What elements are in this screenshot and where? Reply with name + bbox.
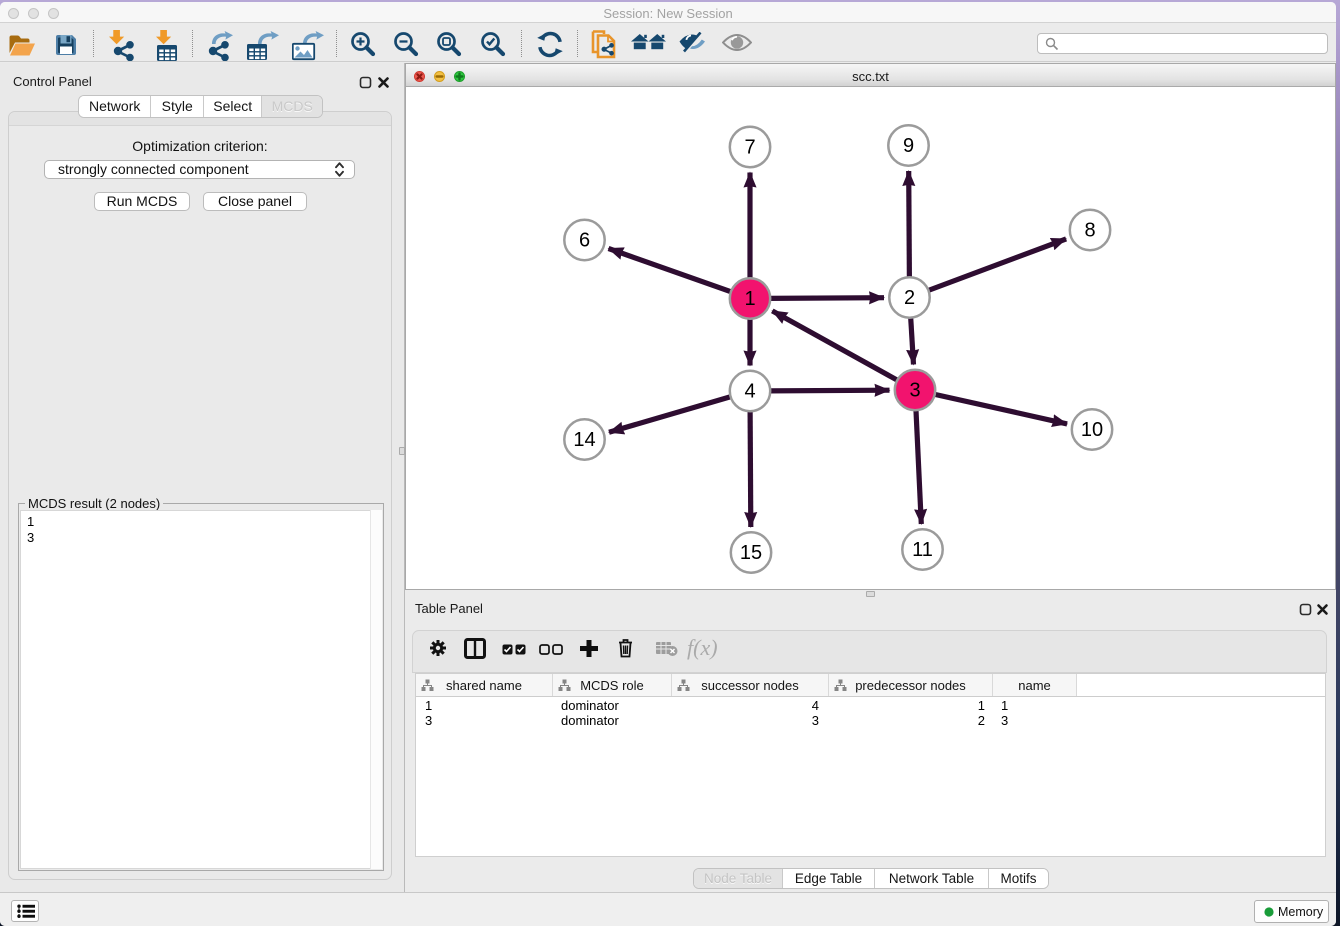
svg-text:11: 11 bbox=[912, 539, 933, 561]
svg-text:10: 10 bbox=[1081, 419, 1103, 441]
svg-text:4: 4 bbox=[744, 381, 755, 403]
svg-text:7: 7 bbox=[744, 137, 755, 159]
svg-text:15: 15 bbox=[740, 542, 762, 564]
svg-text:6: 6 bbox=[579, 230, 590, 252]
svg-text:3: 3 bbox=[909, 380, 920, 402]
svg-text:14: 14 bbox=[573, 429, 595, 451]
svg-text:2: 2 bbox=[904, 287, 915, 309]
svg-text:1: 1 bbox=[744, 288, 755, 310]
svg-text:9: 9 bbox=[903, 135, 914, 157]
svg-text:8: 8 bbox=[1084, 220, 1095, 242]
